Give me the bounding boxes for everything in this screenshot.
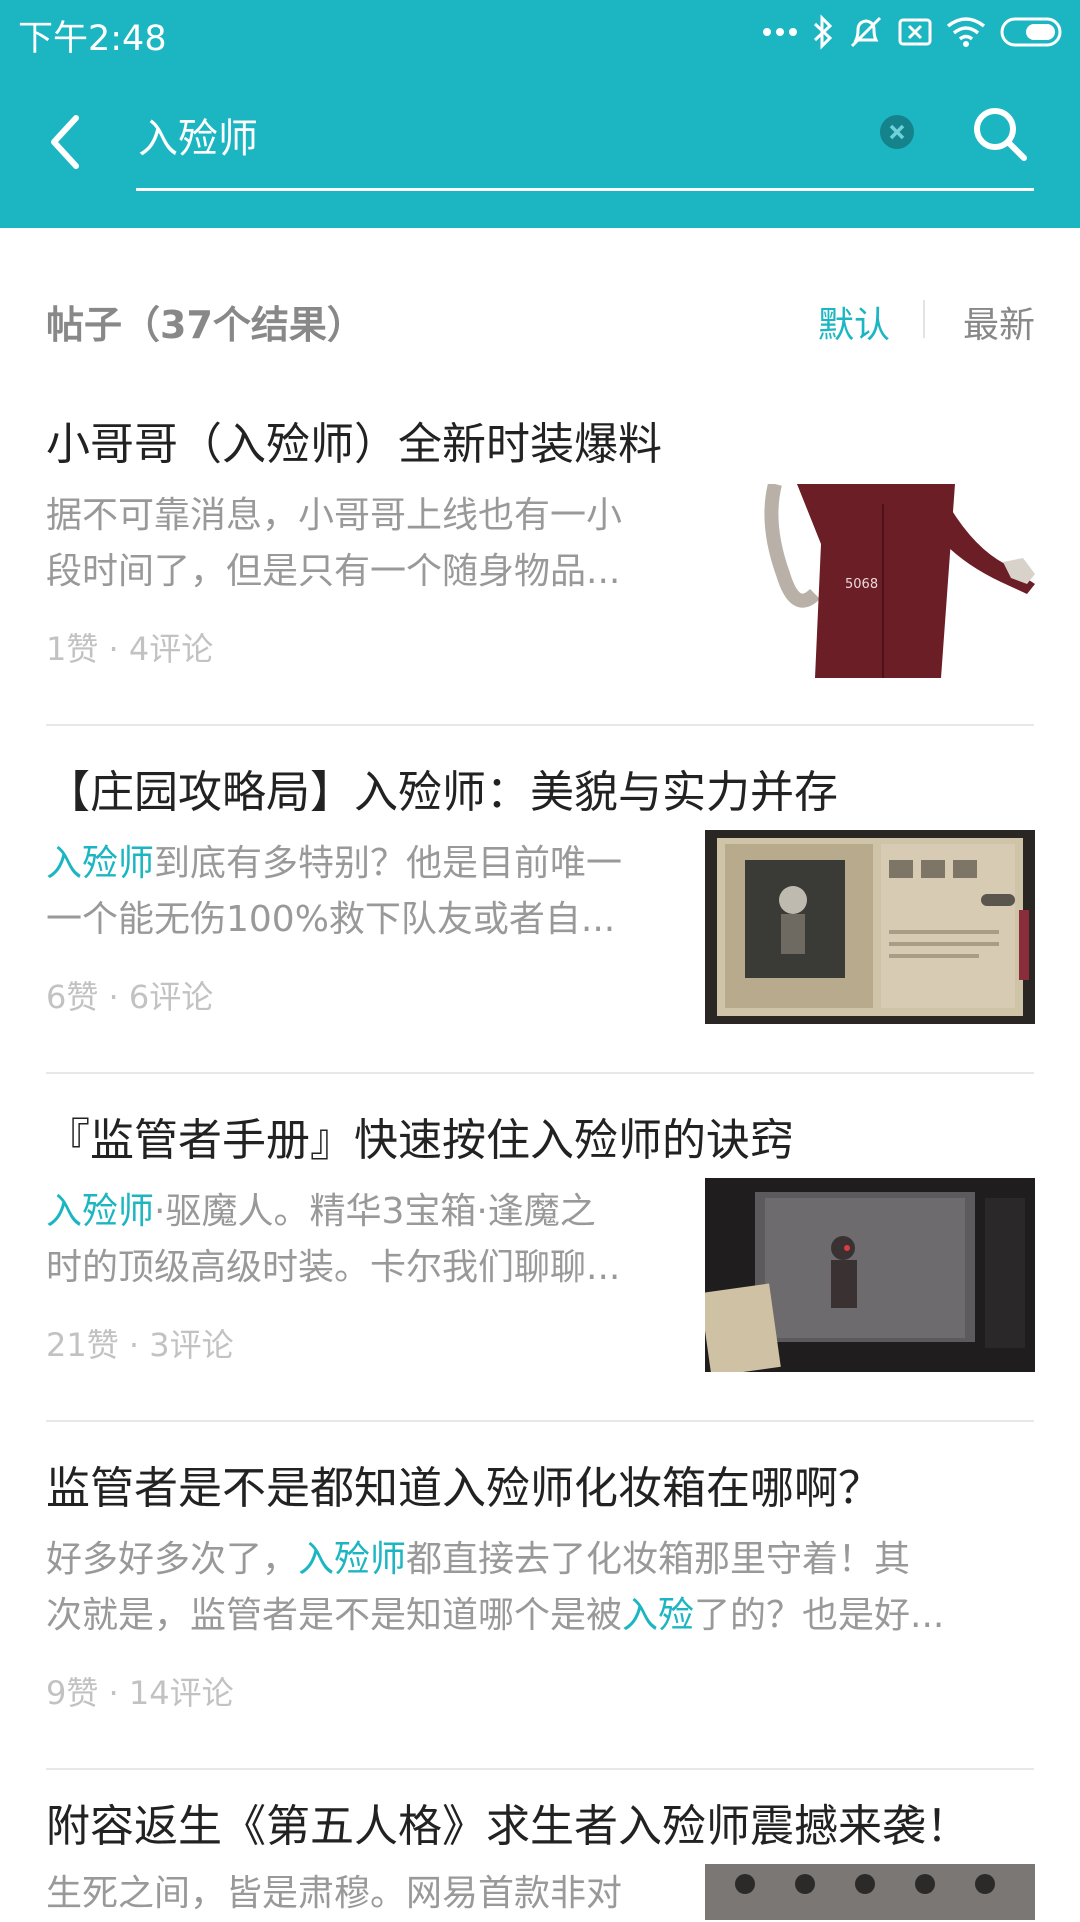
keyword-highlight: 入殓师 xyxy=(46,843,155,884)
status-bar: 下午2:48 xyxy=(0,0,1080,62)
post-title[interactable]: 小哥哥（入殓师）全新时装爆料 xyxy=(46,408,662,472)
post-thumbnail[interactable] xyxy=(705,1178,1035,1372)
search-icon[interactable] xyxy=(970,104,1030,164)
excerpt-line: 段时间了，但是只有一个随身物品... xyxy=(46,551,621,592)
keyword-highlight: 入殓师 xyxy=(46,1191,155,1232)
more-dots-icon xyxy=(763,28,797,36)
sort-default-tab[interactable]: 默认 xyxy=(818,296,890,348)
sort-latest-tab[interactable]: 最新 xyxy=(963,296,1035,348)
status-icons xyxy=(762,12,1064,52)
post-excerpt: 生死之间，皆是肃穆。网易首款非对 xyxy=(46,1866,622,1922)
excerpt-line: 据不可靠消息，小哥哥上线也有一小 xyxy=(46,495,623,536)
post-thumbnail[interactable] xyxy=(705,830,1035,1024)
post-meta: 1赞 · 4评论 xyxy=(46,630,214,668)
excerpt-line: 入殓师到底有多特别？他是目前唯一 xyxy=(46,843,623,884)
post-meta: 6赞 · 6评论 xyxy=(46,978,214,1016)
post-title[interactable]: 附容返生《第五人格》求生者入殓师震撼来袭！ xyxy=(46,1790,970,1854)
excerpt-line: 生死之间，皆是肃穆。网易首款非对 xyxy=(46,1873,623,1914)
keyword-highlight: 入殓 xyxy=(622,1595,695,1636)
search-underline xyxy=(136,188,1034,191)
sort-divider xyxy=(923,300,925,338)
results-count-label: 帖子（37个结果） xyxy=(46,303,365,347)
clear-search-icon[interactable] xyxy=(880,115,914,149)
post-meta: 21赞 · 3评论 xyxy=(46,1326,234,1364)
keyword-highlight: 入殓师 xyxy=(298,1539,407,1580)
post-excerpt: 入殓师到底有多特别？他是目前唯一 一个能无伤100%救下队友或者自... xyxy=(46,836,622,948)
post-title[interactable]: 【庄园攻略局】入殓师：美貌与实力并存 xyxy=(46,756,838,820)
app-header: 下午2:48 入殓师 xyxy=(0,0,1080,228)
back-arrow-icon[interactable] xyxy=(44,112,88,172)
excerpt-line: 一个能无伤100%救下队友或者自... xyxy=(46,899,616,940)
excerpt-line: 入殓师·驱魔人。精华3宝箱·逢魔之 xyxy=(46,1191,596,1232)
search-input[interactable]: 入殓师 xyxy=(138,106,258,164)
post-excerpt: 据不可靠消息，小哥哥上线也有一小 段时间了，但是只有一个随身物品... xyxy=(46,488,622,600)
excerpt-line: 好多好多次了，入殓师都直接去了化妆箱那里守着！其 xyxy=(46,1539,911,1580)
post-divider xyxy=(46,724,1034,726)
no-sim-icon xyxy=(898,18,932,46)
post-divider xyxy=(46,1768,1034,1770)
excerpt-line: 时的顶级高级时装。卡尔我们聊聊... xyxy=(46,1247,621,1288)
status-time: 下午2:48 xyxy=(18,19,167,59)
post-title[interactable]: 『监管者手册』快速按住入殓师的诀窍 xyxy=(46,1104,794,1168)
bluetooth-icon xyxy=(813,14,833,50)
post-thumbnail[interactable] xyxy=(705,1864,1035,1920)
post-meta: 9赞 · 14评论 xyxy=(46,1674,234,1712)
post-title[interactable]: 监管者是不是都知道入殓师化妆箱在哪啊？ xyxy=(46,1452,882,1516)
post-excerpt: 好多好多次了，入殓师都直接去了化妆箱那里守着！其 次就是，监管者是不是知道哪个是… xyxy=(46,1532,944,1644)
post-excerpt: 入殓师·驱魔人。精华3宝箱·逢魔之 时的顶级高级时装。卡尔我们聊聊... xyxy=(46,1184,620,1296)
battery-icon xyxy=(1000,17,1062,47)
mute-icon xyxy=(850,16,882,48)
post-thumbnail[interactable]: 5068 xyxy=(705,484,1035,678)
wifi-icon xyxy=(946,17,986,47)
post-divider xyxy=(46,1420,1034,1422)
post-divider xyxy=(46,1072,1034,1074)
thumb-watermark: 5068 xyxy=(845,577,878,592)
excerpt-line: 次就是，监管者是不是知道哪个是被入殓了的？也是好... xyxy=(46,1595,945,1636)
